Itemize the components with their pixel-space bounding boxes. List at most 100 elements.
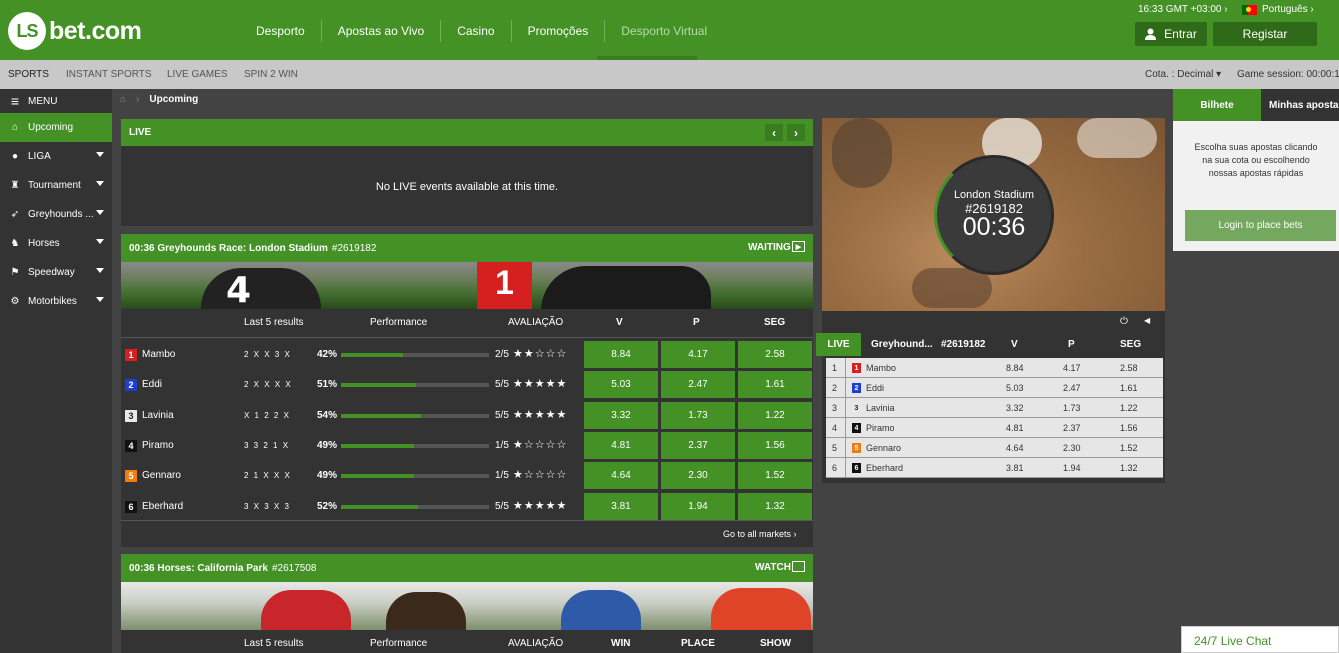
odds-button[interactable]: 1.52: [738, 462, 812, 490]
betslip-body: Escolha suas apostas clicando na sua cot…: [1173, 121, 1339, 251]
odds-button[interactable]: 1.32: [738, 492, 812, 520]
nav-promocoes[interactable]: Promoções: [512, 20, 606, 42]
odds-value[interactable]: 1.73: [1063, 403, 1081, 413]
odds-button[interactable]: 2.30: [661, 462, 735, 490]
subnav-sports[interactable]: SPORTS: [8, 69, 49, 80]
language-selector[interactable]: Português ›: [1242, 4, 1314, 15]
odds-value[interactable]: 2.30: [1063, 443, 1081, 453]
divider: [845, 418, 846, 438]
odds-value[interactable]: 1.52: [1120, 443, 1138, 453]
odds-value[interactable]: 5.03: [1006, 383, 1024, 393]
odds-button[interactable]: 4.64: [584, 462, 658, 490]
runner-number-badge: 1: [852, 363, 861, 373]
sidebar-item-upcoming[interactable]: ⌂ Upcoming: [0, 113, 112, 142]
nav-desporto-virtual[interactable]: Desporto Virtual: [605, 20, 723, 42]
subnav-spin2win[interactable]: SPIN 2 WIN: [244, 69, 298, 80]
odds-value[interactable]: 4.64: [1006, 443, 1024, 453]
odds-value[interactable]: 4.81: [1006, 423, 1024, 433]
menu-toggle[interactable]: ≡ MENU: [0, 89, 112, 113]
odds-button[interactable]: 2.37: [661, 431, 735, 459]
live-chat-button[interactable]: 24/7 Live Chat: [1181, 626, 1339, 653]
odds-value[interactable]: 1.56: [1120, 423, 1138, 433]
odds-value[interactable]: 2.47: [1063, 383, 1081, 393]
runner-performance: 49%: [317, 470, 338, 482]
odds-value[interactable]: 2.37: [1063, 423, 1081, 433]
star-icon: ★: [523, 408, 535, 421]
go-to-all-markets-link[interactable]: Go to all markets ›: [723, 529, 797, 539]
odds-button[interactable]: 1.22: [738, 401, 812, 429]
race2-table: Last 5 results Performance AVALIAÇÃO WIN…: [121, 630, 813, 653]
my-bets-tab[interactable]: Minhas apostas: [1261, 89, 1339, 121]
sidebar-item-label: Upcoming: [28, 122, 74, 133]
sidebar-item-greyhounds[interactable]: ➶ Greyhounds ...: [0, 200, 112, 229]
runner-last5: 2 X X X X: [244, 380, 291, 390]
chevron-right-icon[interactable]: ›: [787, 124, 805, 141]
nav-casino[interactable]: Casino: [441, 20, 512, 42]
race1-header[interactable]: 00:36 Greyhounds Race: London Stadium #2…: [121, 234, 813, 262]
race2-header[interactable]: 00:36 Horses: California Park #2617508 W…: [121, 554, 813, 582]
rating-stars: ★★☆☆☆: [513, 347, 567, 360]
sidebar-item-motorbikes[interactable]: ⚙ Motorbikes: [0, 287, 112, 316]
sidebar-item-liga[interactable]: ● LIGA: [0, 142, 112, 171]
site-logo[interactable]: LS bet.com: [8, 12, 142, 50]
vtable-position: 5: [832, 443, 838, 453]
odds-value[interactable]: 1.61: [1120, 383, 1138, 393]
race-video[interactable]: London Stadium #2619182 00:36: [822, 118, 1165, 311]
subnav-live-games[interactable]: LIVE GAMES: [167, 69, 228, 80]
odds-button[interactable]: 8.84: [584, 341, 658, 368]
runner-performance: 51%: [317, 379, 338, 391]
sidebar-item-tournament[interactable]: ♜ Tournament: [0, 171, 112, 200]
col-last5: Last 5 results: [244, 638, 304, 649]
betslip-tab[interactable]: Bilhete: [1173, 89, 1261, 121]
nav-apostas-ao-vivo[interactable]: Apostas ao Vivo: [322, 20, 442, 42]
odds-value[interactable]: 3.81: [1006, 463, 1024, 473]
runner-rating: 1/5: [495, 470, 509, 482]
odds-value[interactable]: 2.58: [1120, 363, 1138, 373]
greyhound-icon: ➶: [10, 209, 20, 220]
odds-value[interactable]: 4.17: [1063, 363, 1081, 373]
sidebar-item-label: LIGA: [28, 151, 51, 162]
dust-shape: [912, 268, 992, 308]
login-button[interactable]: Entrar: [1135, 22, 1207, 46]
race2-status: WATCH: [755, 562, 791, 573]
sidebar-item-horses[interactable]: ♞ Horses: [0, 229, 112, 258]
logo-domain: bet.com: [49, 16, 142, 45]
tv-icon[interactable]: [792, 561, 805, 572]
nav-desporto[interactable]: Desporto: [240, 20, 322, 42]
runner-last5: 3 X 3 X 3: [244, 501, 289, 511]
sidebar-item-speedway[interactable]: ⚑ Speedway: [0, 258, 112, 287]
odds-button[interactable]: 2.58: [738, 341, 812, 368]
odds-value[interactable]: 1.94: [1063, 463, 1081, 473]
odds-button[interactable]: 4.17: [661, 341, 735, 368]
odds-button[interactable]: 1.56: [738, 431, 812, 459]
odds-button[interactable]: 4.81: [584, 431, 658, 459]
odds-button[interactable]: 1.61: [738, 371, 812, 399]
home-icon[interactable]: ⌂: [120, 94, 126, 105]
divider: [845, 358, 846, 378]
login-to-bet-button[interactable]: Login to place bets: [1185, 210, 1336, 241]
odds-button[interactable]: 3.32: [584, 401, 658, 429]
odds-value[interactable]: 8.84: [1006, 363, 1024, 373]
vtable-live-tab[interactable]: LIVE: [816, 333, 861, 356]
power-icon[interactable]: ⏻: [1120, 316, 1128, 327]
divider: [121, 520, 813, 521]
odds-button[interactable]: 1.94: [661, 492, 735, 520]
play-video-icon[interactable]: ▶: [792, 241, 805, 252]
odds-button[interactable]: 5.03: [584, 371, 658, 399]
chevron-left-icon[interactable]: ‹: [765, 124, 783, 141]
clock[interactable]: 16:33 GMT +03:00 ›: [1138, 4, 1228, 15]
odds-format-selector[interactable]: Cota. : Decimal ▾: [1145, 69, 1221, 80]
register-button[interactable]: Registar: [1213, 22, 1317, 46]
odds-value[interactable]: 3.32: [1006, 403, 1024, 413]
odds-button[interactable]: 3.81: [584, 492, 658, 520]
volume-icon[interactable]: ◀: [1144, 316, 1150, 325]
runner-number-badge: 6: [852, 463, 861, 473]
betslip-message: Escolha suas apostas clicando na sua cot…: [1194, 142, 1318, 178]
odds-value[interactable]: 1.22: [1120, 403, 1138, 413]
odds-value[interactable]: 1.32: [1120, 463, 1138, 473]
odds-button[interactable]: 2.47: [661, 371, 735, 399]
runner-name: Mambo: [142, 349, 176, 360]
odds-button[interactable]: 1.73: [661, 401, 735, 429]
subnav-instant-sports[interactable]: INSTANT SPORTS: [66, 69, 152, 80]
col-performance: Performance: [370, 317, 428, 328]
